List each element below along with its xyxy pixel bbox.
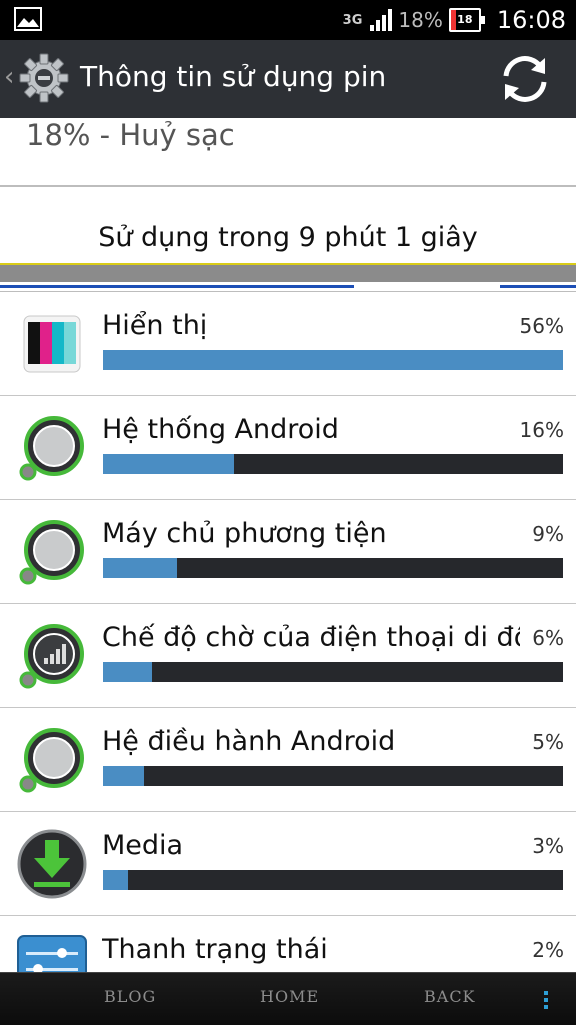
app-name: Máy chủ phương tiện <box>102 518 387 549</box>
image-icon <box>14 7 42 31</box>
android-os-icon <box>19 728 84 793</box>
graph-level-line <box>0 263 576 265</box>
usage-percent: 56% <box>519 314 564 338</box>
usage-bar <box>103 558 563 578</box>
display-icon <box>23 315 81 373</box>
app-name: Media <box>102 830 184 861</box>
usage-bar-fill <box>103 350 563 370</box>
list-item[interactable]: Máy chủ phương tiện 9% <box>0 500 576 604</box>
navigation-bar: BLOG HOME BACK <box>0 972 576 1025</box>
list-item[interactable]: Chế độ chờ của điện thoại di động 6% <box>0 604 576 708</box>
usage-bar <box>103 766 563 786</box>
usage-percent: 3% <box>532 834 564 858</box>
app-name: Hiển thị <box>102 310 208 341</box>
settings-gear-icon[interactable] <box>18 52 70 104</box>
back-chevron-icon[interactable]: ‹ <box>4 62 14 92</box>
usage-bar <box>103 662 563 682</box>
menu-dots-icon[interactable] <box>544 991 548 1012</box>
status-bar: 3G 18% 18 16:08 <box>0 0 576 40</box>
signal-bars-icon <box>370 9 393 31</box>
charging-indicator-line <box>500 285 576 288</box>
blog-button[interactable]: BLOG <box>104 987 156 1006</box>
cell-standby-icon <box>19 624 84 689</box>
battery-icon-label: 18 <box>457 13 473 26</box>
charging-indicator-line <box>0 285 354 288</box>
download-icon <box>17 829 87 899</box>
battery-percent: 18% <box>398 8 443 32</box>
charge-status: 18% - Huỷ sạc <box>26 118 235 152</box>
usage-bar-fill <box>103 454 235 474</box>
battery-usage-list: Hiển thị 56% Hệ thống Android 16% Máy ch… <box>0 292 576 1020</box>
list-item[interactable]: Hệ thống Android 16% <box>0 396 576 500</box>
app-name: Hệ điều hành Android <box>102 726 396 757</box>
app-name: Chế độ chờ của điện thoại di động <box>102 622 520 653</box>
usage-percent: 16% <box>519 418 564 442</box>
back-button[interactable]: BACK <box>424 987 476 1006</box>
usage-percent: 5% <box>532 730 564 754</box>
clock: 16:08 <box>496 6 566 34</box>
usage-percent: 9% <box>532 522 564 546</box>
app-name: Thanh trạng thái <box>102 934 328 965</box>
usage-bar-fill <box>103 870 128 890</box>
divider <box>0 185 576 187</box>
app-name: Hệ thống Android <box>102 414 339 445</box>
usage-bar-fill <box>103 662 153 682</box>
usage-bar <box>103 870 563 890</box>
android-system-icon <box>19 416 84 481</box>
list-item[interactable]: Hệ điều hành Android 5% <box>0 708 576 812</box>
page-title: Thông tin sử dụng pin <box>80 60 387 93</box>
list-item[interactable]: Hiển thị 56% <box>0 292 576 396</box>
home-button[interactable]: HOME <box>260 987 319 1006</box>
network-type: 3G <box>342 12 363 28</box>
action-bar: ‹ Thông tin sử dụng pin <box>0 40 576 118</box>
usage-bar <box>103 454 563 474</box>
battery-history-graph[interactable] <box>0 260 576 282</box>
usage-percent: 6% <box>532 626 564 650</box>
list-item[interactable]: Media 3% <box>0 812 576 916</box>
usage-percent: 2% <box>532 938 564 962</box>
refresh-icon[interactable] <box>496 50 554 108</box>
graph-area <box>0 264 576 282</box>
usage-duration: Sử dụng trong 9 phút 1 giây <box>98 222 478 253</box>
usage-bar-fill <box>103 558 177 578</box>
usage-bar-fill <box>103 766 145 786</box>
media-server-icon <box>19 520 84 585</box>
usage-bar <box>103 350 563 370</box>
battery-icon: 18 <box>448 8 485 32</box>
